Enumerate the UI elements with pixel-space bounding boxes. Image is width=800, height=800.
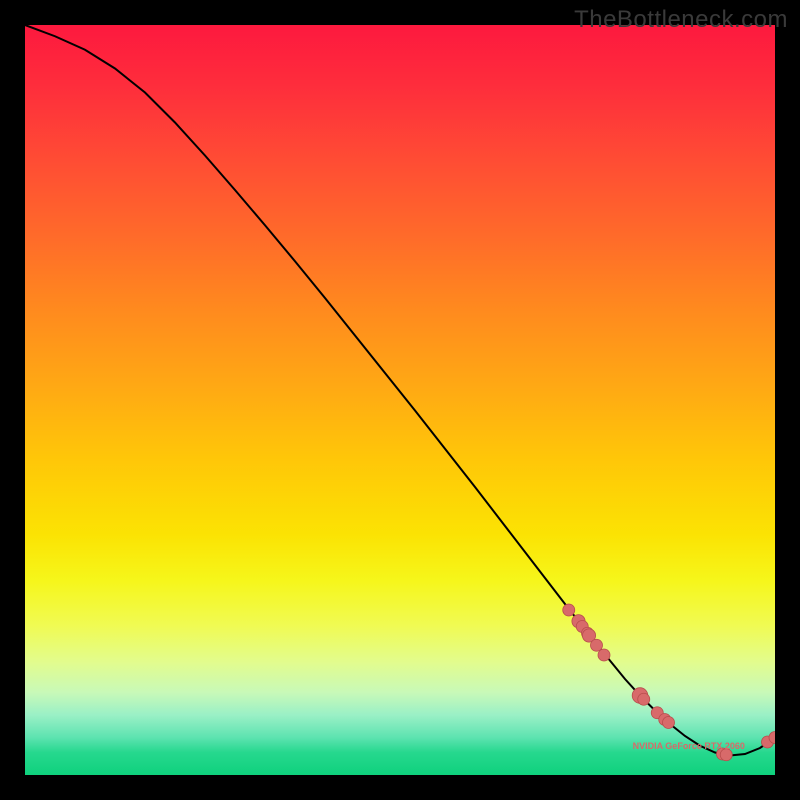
data-marker: [598, 649, 610, 661]
data-marker: [591, 639, 603, 651]
data-marker: [663, 717, 675, 729]
chart-overlay: NVIDIA GeForce RTX 2060: [25, 25, 775, 775]
bottleneck-curve: [25, 25, 775, 756]
annotation-label: NVIDIA GeForce RTX 2060: [633, 741, 745, 751]
chart-annotations: NVIDIA GeForce RTX 2060: [633, 741, 745, 751]
data-markers: [563, 604, 775, 761]
data-marker: [638, 693, 650, 705]
data-marker: [563, 604, 575, 616]
watermark-text: TheBottleneck.com: [574, 6, 788, 34]
plot-area: NVIDIA GeForce RTX 2060: [25, 25, 775, 775]
